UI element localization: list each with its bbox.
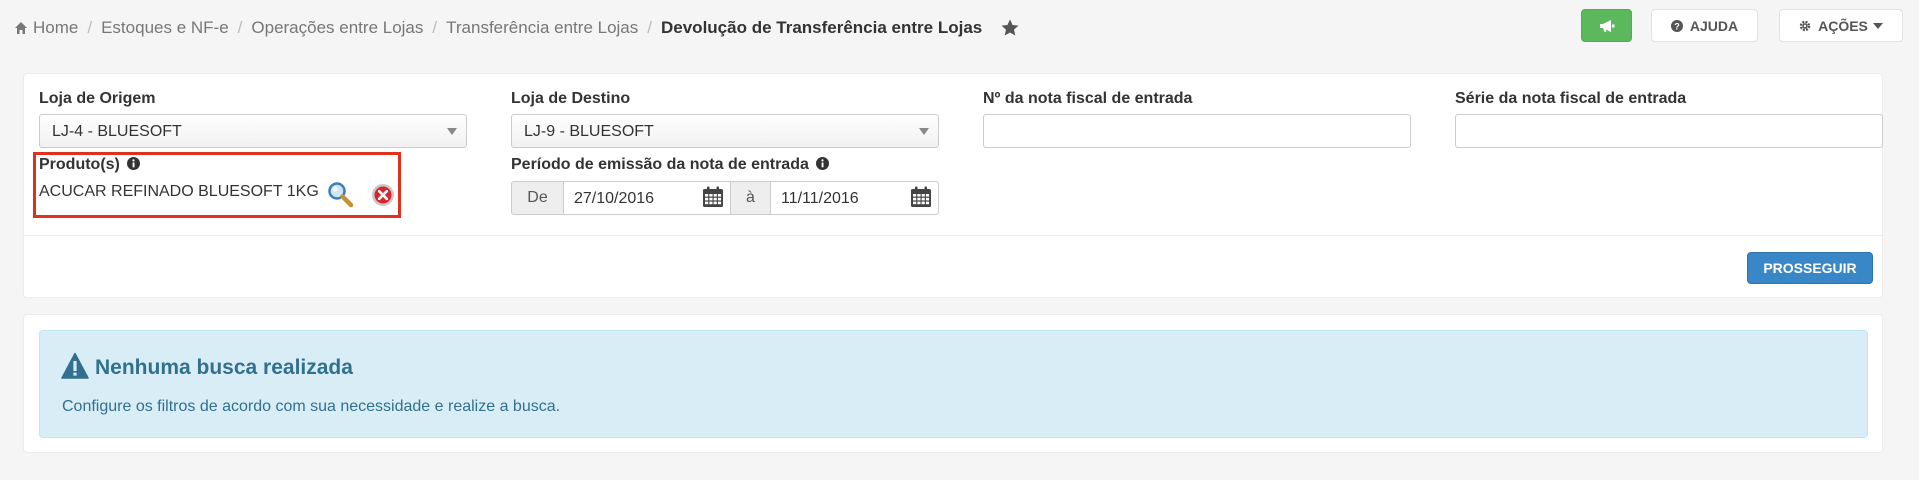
invoice-number-input[interactable] — [983, 114, 1411, 148]
period-to-value: 11/11/2016 — [781, 190, 859, 207]
panel-divider — [24, 235, 1882, 236]
star-icon[interactable] — [1000, 18, 1020, 38]
breadcrumb-separator: / — [432, 18, 438, 37]
breadcrumb-separator: / — [87, 18, 93, 37]
calendar-icon[interactable] — [909, 185, 933, 209]
breadcrumb-transferencia[interactable]: Transferência entre Lojas — [446, 18, 638, 38]
origin-select-value: LJ-4 - BLUESOFT — [52, 123, 182, 140]
svg-text:?: ? — [1674, 21, 1680, 31]
products-label: Produto(s) — [39, 156, 141, 174]
breadcrumb-separator: / — [237, 18, 243, 37]
announcements-button[interactable] — [1581, 9, 1632, 42]
results-panel: Nenhuma busca realizada Configure os fil… — [23, 314, 1883, 453]
top-bar: Home / Estoques e NF-e / Operações entre… — [0, 0, 1919, 56]
calendar-icon[interactable] — [701, 185, 725, 209]
filter-panel: Loja de Origem LJ-4 - BLUESOFT Loja de D… — [23, 73, 1883, 298]
proceed-button[interactable]: PROSSEGUIR — [1747, 252, 1873, 284]
period-to-addon: à — [730, 181, 771, 215]
period-label: Período de emissão da nota de entrada — [511, 156, 830, 174]
period-from-value: 27/10/2016 — [574, 190, 655, 207]
caret-down-icon — [1872, 22, 1883, 29]
breadcrumb-estoques[interactable]: Estoques e NF-e — [101, 18, 229, 38]
destination-label: Loja de Destino — [511, 90, 631, 107]
actions-dropdown[interactable]: AÇÕES — [1779, 9, 1903, 42]
info-alert: Nenhuma busca realizada Configure os fil… — [39, 330, 1868, 438]
products-label-text: Produto(s) — [39, 156, 120, 173]
period-date-range: De 27/10/2016 à 11/11/2016 — [511, 181, 939, 215]
period-label-text: Período de emissão da nota de entrada — [511, 156, 809, 173]
actions-dropdown-label: AÇÕES — [1818, 17, 1868, 34]
selected-product: ACUCAR REFINADO BLUESOFT 1KG — [39, 183, 319, 200]
origin-label: Loja de Origem — [39, 90, 156, 107]
invoice-series-input[interactable] — [1455, 114, 1883, 148]
alert-text: Configure os filtros de acordo com sua n… — [62, 398, 561, 415]
dropdown-arrow-icon — [919, 128, 929, 135]
breadcrumb-operacoes[interactable]: Operações entre Lojas — [251, 18, 423, 38]
gear-icon — [1799, 20, 1811, 31]
bullhorn-icon — [1599, 19, 1614, 32]
remove-icon[interactable] — [371, 183, 395, 207]
home-icon — [15, 22, 27, 34]
dropdown-arrow-icon — [447, 128, 457, 135]
alert-title: Nenhuma busca realizada — [95, 356, 353, 379]
invoice-series-label: Série da nota fiscal de entrada — [1455, 90, 1687, 107]
help-button-label: AJUDA — [1689, 17, 1739, 34]
breadcrumb-separator: / — [647, 18, 652, 37]
info-icon — [127, 157, 141, 170]
info-icon — [816, 157, 830, 170]
destination-select-value: LJ-9 - BLUESOFT — [524, 123, 654, 140]
search-icon[interactable] — [326, 180, 354, 208]
period-from-addon: De — [511, 181, 564, 215]
question-circle-icon: ? — [1670, 19, 1683, 32]
warning-icon — [61, 352, 89, 379]
breadcrumb-home[interactable]: Home — [33, 18, 78, 38]
origin-select[interactable]: LJ-4 - BLUESOFT — [39, 114, 467, 148]
destination-select[interactable]: LJ-9 - BLUESOFT — [511, 114, 939, 148]
invoice-number-label: Nº da nota fiscal de entrada — [983, 90, 1193, 107]
help-button[interactable]: ? AJUDA — [1651, 9, 1758, 42]
page-title: Devolução de Transferência entre Lojas — [661, 18, 983, 37]
breadcrumb: Home / Estoques e NF-e / Operações entre… — [14, 17, 1020, 39]
